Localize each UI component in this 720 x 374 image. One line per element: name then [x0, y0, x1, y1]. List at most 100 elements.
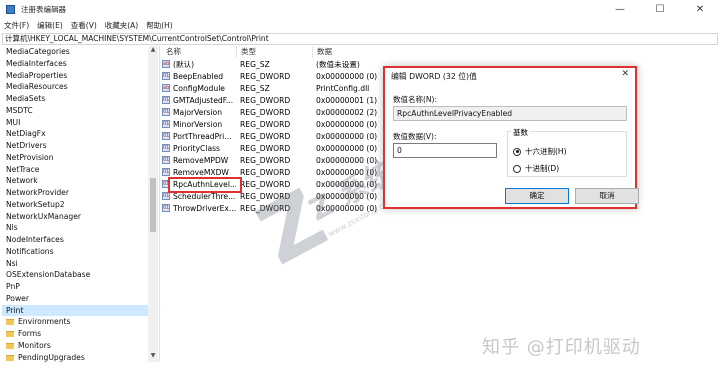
tree-item[interactable]: NodeInterfaces	[2, 234, 158, 246]
maximize-button[interactable]: ☐	[640, 0, 680, 18]
address-bar[interactable]: 计算机\HKEY_LOCAL_MACHINE\SYSTEM\CurrentCon…	[2, 33, 718, 45]
tree-item-label: NetworkSetup2	[6, 199, 65, 209]
registry-tree: MediaCategories MediaInterfaces MediaPrope…	[2, 46, 158, 362]
tree-item[interactable]: Environments	[2, 316, 158, 328]
binary-value-icon: 01	[162, 132, 170, 140]
tree-item-label: Notifications	[6, 246, 54, 256]
tree-item-label: NetTrace	[6, 164, 40, 174]
folder-icon	[6, 342, 14, 349]
tree-item[interactable]: MediaCategories	[2, 46, 158, 58]
close-button[interactable]: ✕	[680, 0, 720, 18]
tree-item[interactable]: MSDTC	[2, 105, 158, 117]
value-name-text: (默认)	[173, 60, 195, 69]
value-type-cell: REG_DWORD	[240, 120, 291, 129]
column-header-data[interactable]: 数据	[313, 46, 403, 58]
tree-item[interactable]: Nsi	[2, 258, 158, 270]
tree-item[interactable]: Network	[2, 175, 158, 187]
value-name-text: RemoveMXDW	[173, 168, 229, 177]
tree-item[interactable]: NetworkProvider	[2, 187, 158, 199]
value-name-cell: ab ConfigModule	[162, 83, 236, 95]
value-name-cell: 01 PortThreadPri...	[162, 131, 236, 143]
window-title: 注册表编辑器	[21, 4, 66, 14]
value-name-text: MinorVersion	[173, 120, 223, 129]
value-row[interactable]: 01 MajorVersion REG_DWORD 0x00000002 (2)	[162, 107, 402, 119]
tree-item[interactable]: MediaResources	[2, 81, 158, 93]
binary-value-icon: 01	[162, 204, 170, 212]
cancel-button[interactable]: 取消	[575, 188, 639, 204]
menu-help[interactable]: 帮助(H)	[142, 20, 177, 31]
value-row[interactable]: ab ConfigModule REG_SZ PrintConfig.dll	[162, 83, 402, 95]
scroll-down-icon[interactable]: ▼	[148, 352, 158, 362]
tree-item[interactable]: Nls	[2, 222, 158, 234]
menu-file[interactable]: 文件(F)	[0, 20, 33, 31]
tree-item[interactable]: Power	[2, 293, 158, 305]
value-name-text: SchedulerThre...	[173, 192, 236, 201]
minimize-button[interactable]: —	[600, 0, 640, 18]
column-header-name[interactable]: 名称	[162, 46, 237, 58]
value-row[interactable]: 01 MinorVersion REG_DWORD 0x00000000 (0)	[162, 119, 402, 131]
value-data-input[interactable]	[393, 143, 497, 158]
menu-edit[interactable]: 编辑(E)	[33, 20, 67, 31]
value-row[interactable]: 01 BeepEnabled REG_DWORD 0x00000000 (0)	[162, 71, 402, 83]
value-name-text: ConfigModule	[173, 84, 225, 93]
tree-item[interactable]: NetworkUxManager	[2, 211, 158, 223]
tree-scrollbar[interactable]: ▲ ▼	[148, 46, 158, 362]
menu-view[interactable]: 查看(V)	[67, 20, 101, 31]
tree-item-label: PendingUpgrades	[18, 352, 85, 362]
tree-item-label: MediaProperties	[6, 70, 68, 80]
value-row[interactable]: ab (默认) REG_SZ (数值未设置)	[162, 59, 402, 71]
value-name-text: GMTAdjustedF...	[173, 96, 234, 105]
radio-hex-button[interactable]	[513, 147, 521, 156]
ok-button[interactable]: 确定	[505, 188, 569, 204]
tree-item-label: Monitors	[18, 340, 51, 350]
tree-item[interactable]: Forms	[2, 328, 158, 340]
value-name-cell: 01 MinorVersion	[162, 119, 236, 131]
value-name-field: RpcAuthnLevelPrivacyEnabled	[393, 106, 627, 121]
tree-item[interactable]: MediaInterfaces	[2, 58, 158, 70]
tree-item[interactable]: NetDrivers	[2, 140, 158, 152]
folder-icon	[6, 331, 14, 337]
tree-item[interactable]: NetTrace	[2, 164, 158, 176]
tree-item[interactable]: NetworkSetup2	[2, 199, 158, 211]
tree-item[interactable]: MediaSets	[2, 93, 158, 105]
radio-hex[interactable]: 十六进制(H)	[513, 146, 567, 157]
tree-item-label: MUI	[6, 117, 21, 127]
value-name-text: BeepEnabled	[173, 72, 224, 81]
column-header-type[interactable]: 类型	[237, 46, 313, 58]
binary-value-icon: 01	[162, 192, 170, 200]
tree-item[interactable]: NetDiagFx	[2, 128, 158, 140]
tree-item-label: OSExtensionDatabase	[6, 270, 91, 280]
value-row[interactable]: 01 GMTAdjustedF... REG_DWORD 0x00000001 (1)	[162, 95, 402, 107]
value-name-cell: 01 ThrowDriverEx...	[162, 203, 236, 215]
tree-item[interactable]: NetProvision	[2, 152, 158, 164]
value-name-text: PriorityClass	[173, 144, 221, 153]
tree-item[interactable]: MUI	[2, 117, 158, 129]
tree-item-label: NetworkProvider	[6, 188, 69, 197]
tree-item[interactable]: OSExtensionDatabase	[2, 269, 158, 281]
dialog-close-icon[interactable]: ✕	[621, 69, 629, 79]
scrollbar-thumb[interactable]	[150, 178, 156, 232]
tree-item[interactable]: Notifications	[2, 246, 158, 258]
tree-item-label: Nls	[6, 223, 18, 233]
value-type-cell: REG_DWORD	[240, 96, 291, 105]
value-name-text: PortThreadPri...	[173, 132, 232, 141]
value-name-text: ThrowDriverEx...	[173, 204, 236, 213]
value-type-cell: REG_DWORD	[240, 108, 291, 117]
dialog-title: 编辑 DWORD (32 位)值	[391, 72, 477, 81]
binary-value-icon: 01	[162, 144, 170, 152]
tree-item[interactable]: PnP	[2, 281, 158, 293]
tree-item[interactable]: MediaProperties	[2, 70, 158, 82]
base-label: 基数	[511, 127, 530, 138]
binary-value-icon: 01	[162, 156, 170, 164]
radio-dec[interactable]: 十进制(D)	[513, 163, 559, 174]
radio-dec-button[interactable]	[513, 164, 521, 173]
tree-item[interactable]: Monitors	[2, 340, 158, 352]
menu-favorites[interactable]: 收藏夹(A)	[101, 20, 142, 31]
tree-item[interactable]: PendingUpgrades	[2, 352, 158, 363]
scroll-up-icon[interactable]: ▲	[148, 46, 158, 56]
pane-splitter[interactable]	[159, 46, 160, 362]
value-type-cell: REG_SZ	[240, 60, 270, 69]
tree-item-label: MediaResources	[6, 82, 68, 92]
tree-item-label: Network	[6, 176, 38, 186]
tree-item[interactable]: Print	[2, 304, 158, 317]
